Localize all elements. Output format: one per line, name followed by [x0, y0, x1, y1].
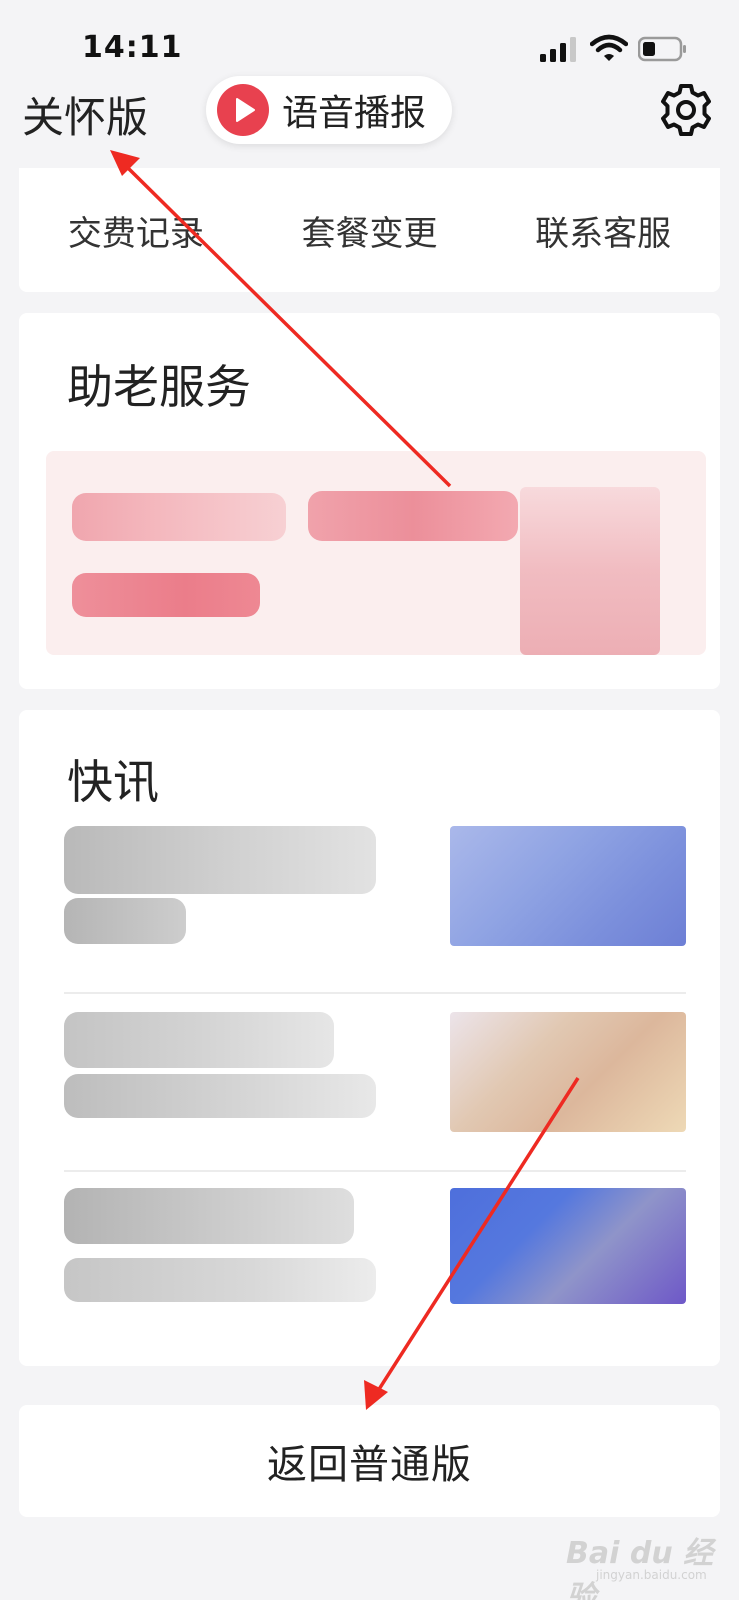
- care-mode-label[interactable]: 关怀版: [22, 84, 148, 145]
- blurred-news-headline: [64, 1012, 334, 1068]
- blurred-banner-button: [72, 573, 260, 617]
- news-thumbnail: [450, 826, 686, 946]
- voice-broadcast-button[interactable]: 语音播报: [206, 76, 452, 144]
- blurred-news-headline: [64, 1258, 376, 1302]
- news-item[interactable]: [64, 1188, 686, 1340]
- battery-icon: [638, 36, 686, 62]
- elder-service-banner[interactable]: [46, 451, 706, 655]
- quick-link-customer-service[interactable]: 联系客服: [535, 206, 671, 255]
- blurred-banner-illustration: [520, 487, 660, 655]
- blurred-news-headline: [64, 826, 376, 894]
- quick-link-payment-records[interactable]: 交费记录: [68, 206, 204, 255]
- return-to-standard-button[interactable]: 返回普通版: [19, 1405, 720, 1517]
- blurred-news-headline: [64, 1074, 376, 1118]
- quick-links: 交费记录 套餐变更 联系客服: [19, 168, 720, 292]
- wifi-icon: [590, 34, 628, 61]
- news-title: 快讯: [67, 755, 159, 809]
- news-item[interactable]: [64, 1012, 686, 1164]
- blurred-banner-text: [72, 493, 286, 541]
- blurred-banner-text: [308, 491, 518, 541]
- gear-icon[interactable]: [656, 80, 716, 140]
- news-item[interactable]: [64, 826, 686, 978]
- cellular-signal-icon: [540, 37, 576, 62]
- blurred-news-headline: [64, 898, 186, 944]
- blurred-news-headline: [64, 1188, 354, 1244]
- news-divider: [64, 992, 686, 994]
- quick-link-plan-change[interactable]: 套餐变更: [301, 206, 437, 255]
- news-thumbnail: [450, 1012, 686, 1132]
- news-divider: [64, 1170, 686, 1172]
- voice-broadcast-label: 语音播报: [282, 93, 427, 134]
- news-thumbnail: [450, 1188, 686, 1304]
- quick-links-card: 交费记录 套餐变更 联系客服: [19, 168, 720, 292]
- watermark: Bai du 经验: [566, 1536, 714, 1600]
- news-card: 快讯: [19, 710, 720, 1366]
- elder-service-title: 助老服务: [67, 360, 251, 414]
- status-time: 14:11: [82, 30, 183, 65]
- elder-service-card: 助老服务: [19, 313, 720, 689]
- watermark-url: jingyan.baidu.com: [596, 1568, 707, 1582]
- play-icon: [217, 84, 269, 136]
